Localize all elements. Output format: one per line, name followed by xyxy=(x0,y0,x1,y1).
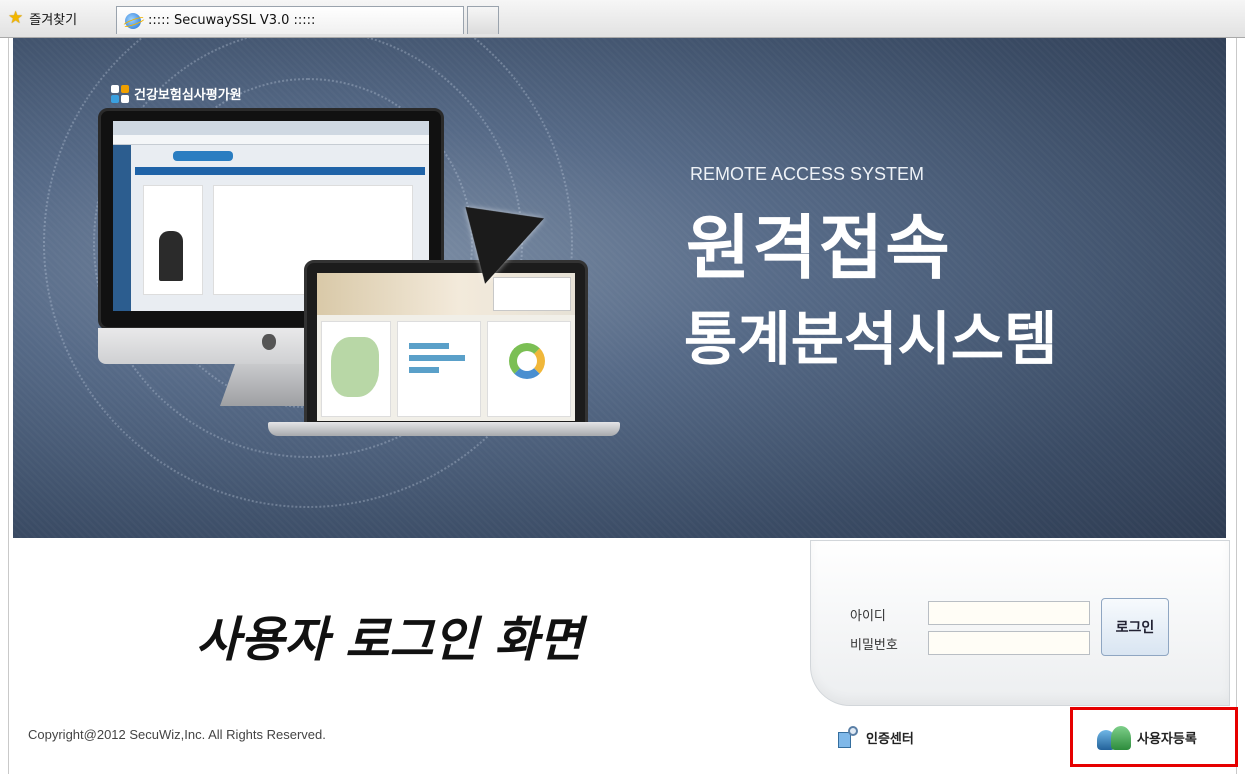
tab-title: ::::: SecuwaySSL V3.0 ::::: xyxy=(148,13,316,28)
star-icon: ★ xyxy=(8,8,24,28)
remote-access-label: REMOTE ACCESS SYSTEM xyxy=(690,164,925,184)
certificate-icon xyxy=(838,726,860,748)
user-register-link[interactable]: 사용자등록 xyxy=(1097,724,1197,750)
auth-center-label: 인증센터 xyxy=(866,731,914,747)
favorites-button[interactable]: ★ 즐겨찾기 xyxy=(8,8,78,29)
user-register-label: 사용자등록 xyxy=(1137,731,1197,747)
users-icon xyxy=(1097,724,1131,750)
laptop-screen xyxy=(317,273,575,421)
browser-tab[interactable]: ::::: SecuwaySSL V3.0 ::::: xyxy=(116,6,464,34)
id-input[interactable] xyxy=(928,601,1090,625)
user-register-highlight: 사용자등록 xyxy=(1070,707,1238,767)
id-label: 아이디 xyxy=(850,609,886,624)
laptop-base xyxy=(268,422,620,436)
browser-toolbar: ★ 즐겨찾기 ::::: SecuwaySSL V3.0 ::::: xyxy=(0,0,1245,38)
apple-logo-icon xyxy=(262,334,276,350)
password-label: 비밀번호 xyxy=(850,638,898,653)
login-screen-caption: 사용자 로그인 화면 xyxy=(196,612,583,668)
organization-logo: 건강보험심사평가원 xyxy=(111,84,242,103)
hira-logo-icon xyxy=(111,84,129,103)
favorites-label: 즐겨찾기 xyxy=(29,13,78,28)
page-title: 원격접속 xyxy=(686,207,952,289)
copyright-text: Copyright@2012 SecuWiz,Inc. All Rights R… xyxy=(28,727,326,742)
new-tab-button[interactable] xyxy=(467,6,499,34)
password-input[interactable] xyxy=(928,631,1090,655)
internet-explorer-icon xyxy=(125,12,141,29)
login-button[interactable]: 로그인 xyxy=(1101,598,1169,656)
organization-name: 건강보험심사평가원 xyxy=(134,88,242,103)
laptop-illustration xyxy=(304,260,588,430)
page-subtitle: 통계분석시스템 xyxy=(684,305,1058,373)
page-border-right xyxy=(1236,38,1237,774)
page-border-left xyxy=(8,38,9,774)
auth-center-link[interactable]: 인증센터 xyxy=(838,726,914,748)
